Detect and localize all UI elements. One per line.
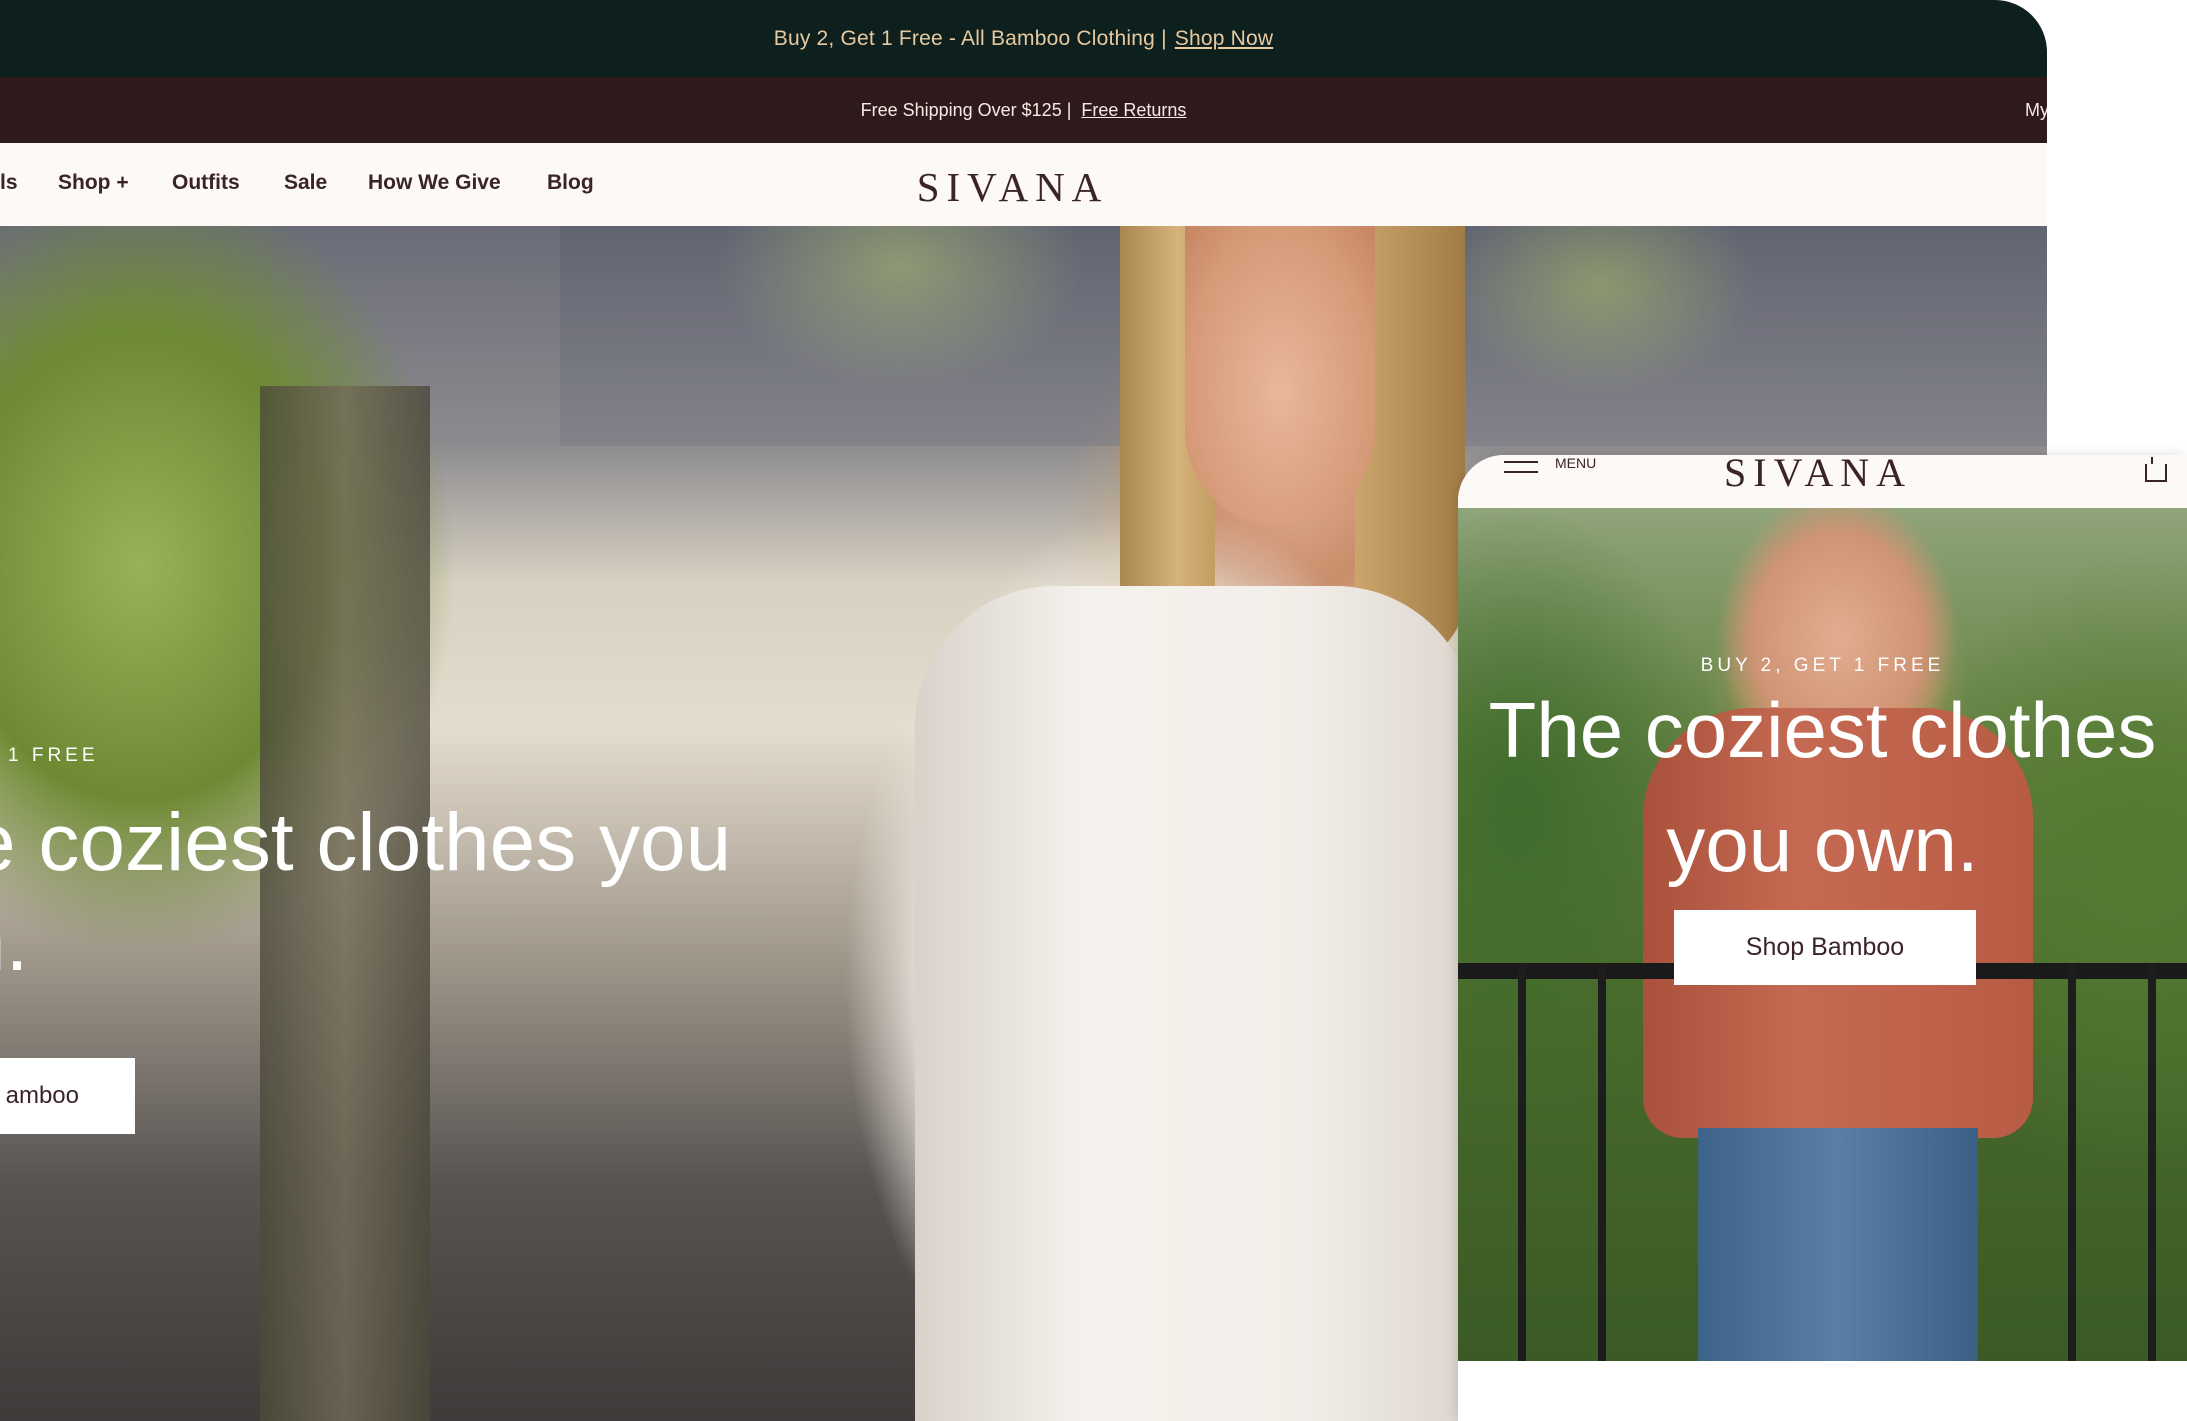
hero-photo-tree — [260, 386, 430, 1421]
stage: Buy 2, Get 1 Free - All Bamboo Clothing … — [0, 0, 2187, 1421]
railing-post — [1518, 963, 1526, 1361]
mobile-shop-bamboo-button[interactable]: Shop Bamboo — [1674, 910, 1976, 985]
shipping-text: Free Shipping Over $125 | — [860, 99, 1072, 120]
mobile-hero-eyebrow: BUY 2, GET 1 FREE — [1700, 655, 1945, 676]
promo-bar: Buy 2, Get 1 Free - All Bamboo Clothing … — [0, 0, 2047, 77]
hero-eyebrow: 1 FREE — [8, 745, 99, 766]
mobile-hero-headline-line1: The coziest clothes — [1488, 686, 2157, 774]
nav-item-how-we-give[interactable]: How We Give — [368, 171, 501, 195]
railing-post — [2148, 963, 2156, 1361]
shipping-bar: Free Shipping Over $125 | Free Returns M… — [0, 77, 2047, 143]
main-nav: ls Shop + Outfits Sale How We Give Blog … — [0, 143, 2047, 226]
shopping-bag-icon[interactable] — [2143, 455, 2169, 483]
my-account-link[interactable]: My — [2025, 100, 2047, 121]
mobile-brand-logo[interactable]: SIVANA — [1703, 455, 1933, 496]
nav-item-sale[interactable]: Sale — [284, 171, 327, 195]
nav-item-blog[interactable]: Blog — [547, 171, 594, 195]
mobile-hero-photo-jeans — [1698, 1128, 1978, 1361]
hero-photo-model-face — [1185, 226, 1375, 526]
nav-item-outfits[interactable]: Outfits — [172, 171, 240, 195]
mobile-frame: MENU SIVANA BUY 2, GET 1 FREE The cozies… — [1458, 455, 2187, 1421]
mobile-hero-banner: BUY 2, GET 1 FREE The coziest clothes yo… — [1458, 508, 2187, 1361]
free-returns-link[interactable]: Free Returns — [1081, 100, 1186, 121]
hero-headline-line1: e coziest clothes you — [0, 797, 732, 888]
railing-post — [1598, 963, 1606, 1361]
shop-now-link[interactable]: Shop Now — [1175, 27, 1274, 51]
brand-logo[interactable]: SIVANA — [905, 163, 1120, 211]
hero-photo-model-shirt — [915, 586, 1475, 1421]
hero-headline-line2: n. — [0, 897, 29, 988]
menu-label[interactable]: MENU — [1555, 455, 1596, 471]
hamburger-icon[interactable] — [1504, 461, 1538, 479]
nav-item-shop[interactable]: Shop + — [58, 171, 129, 195]
railing-post — [2068, 963, 2076, 1361]
nav-item-partial[interactable]: ls — [0, 171, 18, 195]
mobile-hero-headline-line2: you own. — [1666, 800, 1979, 888]
shop-bamboo-button[interactable]: amboo — [0, 1058, 135, 1134]
mobile-header: MENU SIVANA — [1458, 455, 2187, 508]
promo-text: Buy 2, Get 1 Free - All Bamboo Clothing … — [773, 26, 1167, 50]
